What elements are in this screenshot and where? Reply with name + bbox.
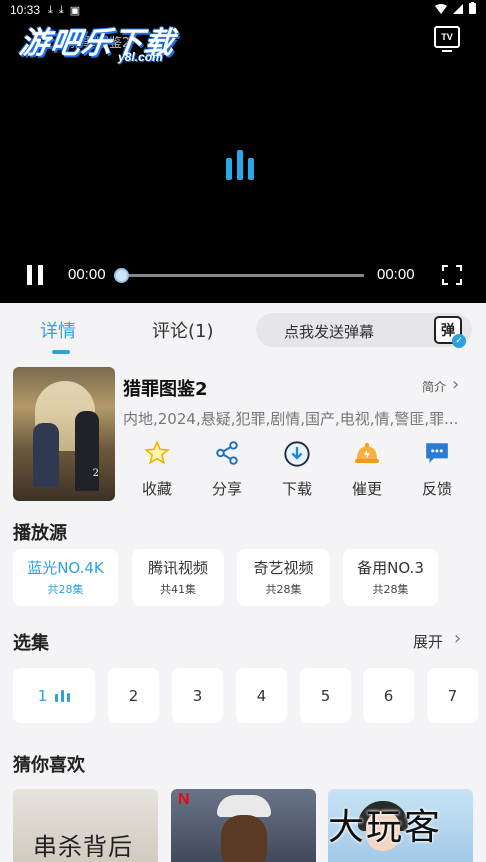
danmu-placeholder: 点我发送弹幕: [284, 323, 375, 341]
feedback-icon: [409, 440, 465, 470]
danmu-icon[interactable]: 弹: [434, 316, 466, 348]
source-count: 共28集: [265, 583, 302, 596]
feedback-label: 反馈: [421, 480, 452, 498]
chevron-right-icon[interactable]: ›: [454, 628, 461, 649]
tab-comments[interactable]: 评论(1): [152, 317, 214, 343]
download-label: 下载: [281, 480, 312, 498]
status-time: 10:33: [10, 3, 41, 17]
episode-item[interactable]: 4: [236, 668, 287, 723]
source-count: 共28集: [372, 583, 409, 596]
urge-update-label: 催更: [351, 480, 382, 498]
episode-item[interactable]: 5: [300, 668, 351, 723]
pause-button[interactable]: [25, 265, 45, 285]
tab-indicator: [52, 350, 70, 354]
favorite-label: 收藏: [141, 480, 172, 498]
bell-icon: [339, 440, 395, 470]
detail-tabs: 详情 评论(1) 点我发送弹幕 弹: [0, 303, 486, 358]
action-bar: 收藏 分享 下载 催更 反馈: [123, 440, 475, 502]
episode-item[interactable]: 3: [172, 668, 223, 723]
episode-item[interactable]: 6: [363, 668, 414, 723]
cast-tv-button[interactable]: TV: [434, 26, 460, 52]
download-button[interactable]: 下载: [269, 440, 325, 499]
danmu-input[interactable]: 点我发送弹幕 弹: [256, 313, 472, 348]
watermark-sub: y8l.com: [118, 50, 163, 64]
episodes-title: 选集: [13, 633, 49, 654]
show-poster[interactable]: 2: [13, 367, 115, 501]
source-count: 共28集: [47, 583, 84, 596]
episode-number: 5: [320, 686, 331, 705]
recommend-card[interactable]: N: [171, 789, 316, 862]
poster-text: 串杀背后: [33, 833, 133, 861]
chevron-right-icon[interactable]: ›: [452, 374, 459, 395]
status-bar: 10:33 ⤓ ⤓ ▣: [0, 0, 486, 20]
source-item[interactable]: 蓝光NO.4K 共28集: [13, 549, 118, 606]
source-name: 蓝光NO.4K: [27, 559, 104, 577]
download-icon: [269, 440, 325, 470]
download-icon: ⤓: [48, 3, 53, 16]
source-item[interactable]: 备用NO.3 共28集: [343, 549, 438, 606]
sources-title: 播放源: [13, 523, 67, 544]
netflix-logo: N: [178, 791, 190, 808]
fullscreen-button[interactable]: [442, 265, 462, 285]
urge-update-button[interactable]: 催更: [339, 440, 395, 499]
poster-text: 2: [92, 468, 99, 479]
download-icon: ⤓: [58, 3, 64, 16]
episode-number: 3: [192, 686, 203, 705]
source-item[interactable]: 腾讯视频 共41集: [132, 549, 224, 606]
episode-number: 1: [37, 686, 48, 705]
seek-bar[interactable]: [114, 268, 364, 283]
episode-number: 2: [128, 686, 139, 705]
favorite-button[interactable]: 收藏: [129, 440, 185, 499]
seek-handle[interactable]: [114, 268, 129, 283]
share-label: 分享: [211, 480, 242, 498]
player-controls: 00:00 00:00: [0, 258, 486, 292]
watermark-bottom: 大玩客: [328, 807, 443, 848]
recommend-card[interactable]: 串杀背后: [13, 789, 158, 862]
source-name: 备用NO.3: [357, 559, 424, 577]
current-time: 00:00: [68, 266, 106, 283]
loading-icon: [226, 150, 260, 180]
feedback-button[interactable]: 反馈: [409, 440, 465, 499]
duration: 00:00: [377, 266, 415, 283]
episode-number: 7: [447, 686, 458, 705]
source-name: 奇艺视频: [253, 559, 314, 577]
episode-item[interactable]: 2: [108, 668, 159, 723]
signal-icon: [453, 3, 463, 17]
episode-item[interactable]: 7: [427, 668, 478, 723]
intro-link[interactable]: 简介: [422, 378, 446, 395]
recommend-title: 猜你喜欢: [13, 755, 85, 776]
star-icon: [129, 440, 185, 470]
expand-link[interactable]: 展开: [413, 631, 443, 652]
episode-number: 6: [383, 686, 394, 705]
app-icon: ▣: [69, 4, 81, 17]
episode-item[interactable]: 1: [13, 668, 95, 723]
app-screen: 10:33 ⤓ ⤓ ▣ 猎罪图鉴2 游吧乐下载 y8l.com TV 00:00…: [0, 0, 486, 862]
show-tags: 内地,2024,悬疑,犯罪,剧情,国产,电视,情,警匪,罪...: [123, 410, 459, 428]
source-item[interactable]: 奇艺视频 共28集: [237, 549, 330, 606]
source-count: 共41集: [160, 583, 196, 596]
episode-number: 4: [256, 686, 267, 705]
video-player[interactable]: 10:33 ⤓ ⤓ ▣ 猎罪图鉴2 游吧乐下载 y8l.com TV 00:00…: [0, 0, 486, 303]
share-button[interactable]: 分享: [199, 440, 255, 499]
playing-icon: [55, 689, 71, 702]
wifi-icon: [435, 3, 447, 17]
battery-icon: [469, 2, 476, 17]
share-icon: [199, 440, 255, 470]
tab-details[interactable]: 详情: [40, 317, 76, 343]
source-name: 腾讯视频: [147, 559, 208, 577]
show-title: 猎罪图鉴2: [123, 379, 208, 400]
